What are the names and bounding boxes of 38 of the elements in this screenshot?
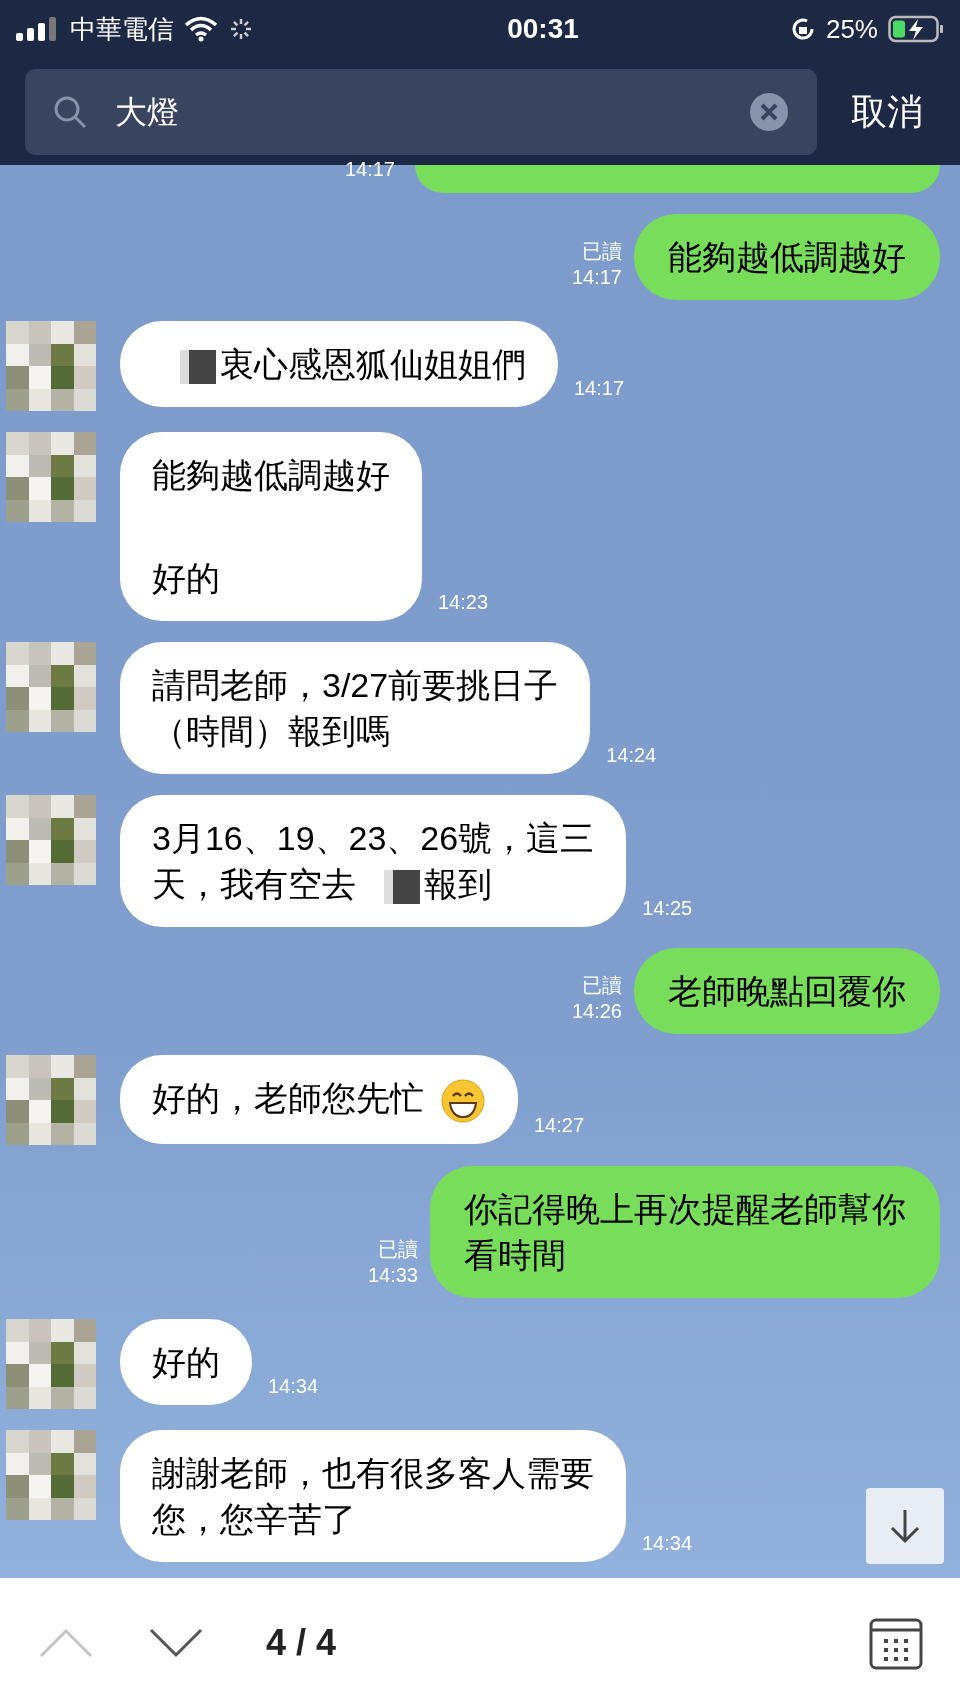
- message-time: 14:17: [574, 376, 625, 401]
- search-input[interactable]: 大燈: [115, 87, 721, 136]
- message-text: 好的: [152, 1342, 220, 1383]
- message-text: 能夠越低調越好 好的: [152, 455, 390, 599]
- message-time: 14:23: [438, 590, 489, 615]
- read-receipt: 已讀: [378, 1237, 418, 1262]
- carrier-name: 中華電信: [70, 12, 174, 46]
- read-receipt: 已讀: [582, 973, 622, 998]
- clear-icon[interactable]: [749, 91, 789, 132]
- read-receipt: 已讀: [582, 239, 622, 264]
- message-time: 14:27: [534, 1113, 585, 1138]
- battery-charging-icon: [888, 15, 944, 43]
- message-text: 3月16、19、23、26號，這三 天，我有空去 報到: [152, 818, 595, 907]
- message-time: 14:25: [642, 896, 693, 921]
- message-text: 能夠越低調越好: [668, 237, 906, 278]
- message-text: 衷心感恩狐仙姐姐們: [152, 341, 526, 387]
- message-text: 謝謝老師，也有很多客人需要 您，您辛苦了: [152, 1453, 594, 1540]
- clock-time: 00:31: [506, 12, 580, 46]
- message-text: 好的，老師您先忙: [152, 1075, 486, 1124]
- scroll-down-button[interactable]: [866, 1488, 944, 1564]
- grinning-face-icon: [440, 1078, 486, 1124]
- battery-percent: 25%: [825, 12, 878, 46]
- search-field[interactable]: 大燈: [25, 68, 817, 155]
- message-time: 14:33: [367, 1263, 418, 1288]
- message-time: 14:34: [642, 1531, 693, 1556]
- loading-icon: [228, 16, 254, 42]
- message-text: 老師晚點回覆你: [668, 971, 906, 1012]
- wifi-icon: [184, 16, 218, 42]
- search-icon: [53, 94, 87, 129]
- message-text: 請問老師，3/27前要挑日子 （時間）報到嗎: [152, 665, 559, 752]
- message-text: 你記得晚上再次提醒老師幫你 看時間: [464, 1189, 906, 1276]
- message-time: 14:24: [606, 743, 657, 768]
- cancel-button[interactable]: 取消: [851, 84, 923, 139]
- message-time: 14:34: [268, 1374, 319, 1399]
- message-time: 14:17: [571, 265, 622, 290]
- message-time: 14:26: [571, 999, 622, 1024]
- result-counter: 4 / 4: [266, 1621, 338, 1665]
- message-time: 14:17: [344, 159, 395, 179]
